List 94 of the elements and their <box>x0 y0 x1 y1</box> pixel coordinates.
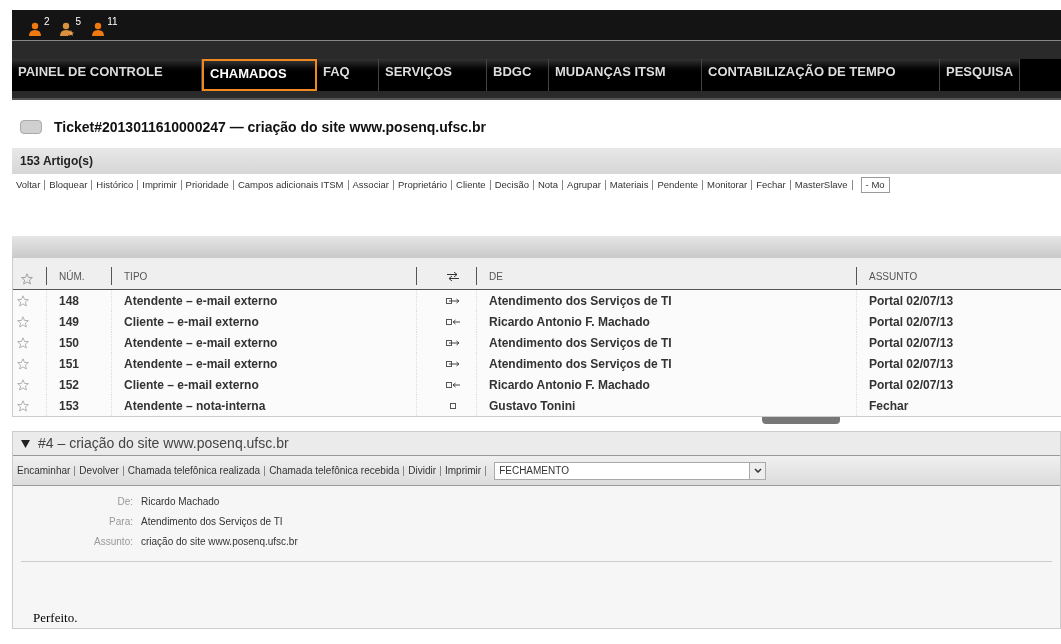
article-number: 153 <box>59 397 80 415</box>
person-icon[interactable] <box>91 22 106 36</box>
column-header[interactable]: NÚM. <box>59 268 85 284</box>
toolbar-link[interactable]: Devolver <box>79 464 119 476</box>
notification-count: 11 <box>107 15 118 29</box>
person-star-icon[interactable] <box>59 22 74 36</box>
subject-text: Portal 02/07/13 <box>869 376 954 394</box>
toolbar-link[interactable]: Histórico <box>96 179 134 190</box>
column-header[interactable]: TIPO <box>124 268 148 284</box>
column-header[interactable]: DE <box>489 268 503 284</box>
star-icon[interactable] <box>21 273 33 285</box>
toolbar-link[interactable]: Cliente <box>456 179 486 190</box>
article-count: 153 Artigo(s) <box>20 153 93 170</box>
outgoing-arrow-icon <box>445 337 460 348</box>
nav-tab[interactable]: CHAMADOS <box>202 59 317 91</box>
star-icon[interactable] <box>17 315 29 328</box>
nav-tab[interactable]: PESQUISA <box>940 59 1020 91</box>
article-type: Atendente – nota-interna <box>124 397 266 415</box>
article-type: Atendente – e-mail externo <box>124 334 278 352</box>
message-body: Perfeito. <box>32 609 79 627</box>
toolbar-link[interactable]: Monitorar <box>707 179 748 190</box>
toolbar-link[interactable]: Voltar <box>16 179 41 190</box>
nav-tab[interactable]: SERVIÇOS <box>379 59 487 91</box>
ticket-title: Ticket#2013011610000247 — criação do site www.posenq.ufsc.br <box>54 117 486 137</box>
sender-name: Gustavo Tonini <box>489 397 576 415</box>
toolbar-link[interactable]: Imprimir <box>445 464 482 476</box>
toolbar-link[interactable]: Decisão <box>494 179 529 190</box>
nav-tab[interactable]: CONTABILIZAÇÃO DE TEMPO <box>702 59 940 91</box>
dropdown-field[interactable]: FECHAMENTO <box>494 461 767 480</box>
article-title: #4 – criação do site www.posenq.ufsc.br <box>38 434 289 453</box>
subject-text: Fechar <box>869 397 909 415</box>
sender-name: Ricardo Antonio F. Machado <box>489 313 650 331</box>
incoming-arrow-icon <box>445 379 460 390</box>
triangle-down-icon[interactable] <box>21 439 30 448</box>
article-number: 152 <box>59 376 80 394</box>
field-value: criação do site www.posenq.ufsc.br <box>141 534 298 549</box>
field-value: Atendimento dos Serviços de TI <box>141 514 283 529</box>
toolbar-link[interactable]: Nota <box>537 179 559 190</box>
article-type: Cliente – e-mail externo <box>124 376 259 394</box>
toolbar-link[interactable]: Materiais <box>609 179 649 190</box>
sender-name: Ricardo Antonio F. Machado <box>489 376 650 394</box>
star-icon[interactable] <box>17 399 29 412</box>
toolbar-link[interactable]: Associar <box>352 179 389 190</box>
article-number: 149 <box>59 313 80 331</box>
ticket-icon <box>20 120 42 134</box>
toolbar-link[interactable]: Agrupar <box>567 179 601 190</box>
article-type: Atendente – e-mail externo <box>124 292 278 310</box>
toolbar-link[interactable]: Fechar <box>756 179 786 190</box>
select-field[interactable]: - Mo <box>860 177 890 193</box>
toolbar-link[interactable]: Pendente <box>657 179 699 190</box>
toolbar-link[interactable]: Chamada telefônica realizada <box>127 464 261 476</box>
nav-tab[interactable]: MUDANÇAS ITSM <box>549 59 702 91</box>
sender-name: Atendimento dos Serviços de TI <box>489 355 672 373</box>
toolbar-link[interactable]: Bloquear <box>49 179 88 190</box>
nav-tab[interactable]: BDGC <box>487 59 549 91</box>
article-type: Atendente – e-mail externo <box>124 355 278 373</box>
scrollbar-thumb[interactable] <box>762 417 840 424</box>
toolbar-link[interactable]: Campos adicionais ITSM <box>237 179 344 190</box>
nav-tab[interactable]: FAQ <box>317 59 379 91</box>
star-icon[interactable] <box>17 294 29 307</box>
sender-name: Atendimento dos Serviços de TI <box>489 292 672 310</box>
field-label: Para: <box>108 514 134 529</box>
toolbar-link[interactable]: Prioridade <box>185 179 229 190</box>
star-icon[interactable] <box>17 378 29 391</box>
sender-name: Atendimento dos Serviços de TI <box>489 334 672 352</box>
outgoing-arrow-icon <box>445 358 460 369</box>
swap-arrows-icon[interactable] <box>446 271 459 281</box>
subject-text: Portal 02/07/13 <box>869 355 954 373</box>
toolbar-link[interactable]: MasterSlave <box>794 179 848 190</box>
nav-tab[interactable]: PAINEL DE CONTROLE <box>12 59 202 91</box>
star-icon[interactable] <box>17 336 29 349</box>
chevron-down-icon[interactable] <box>749 462 766 479</box>
article-number: 151 <box>59 355 80 373</box>
outgoing-arrow-icon <box>445 295 460 306</box>
field-label: Assunto: <box>93 534 134 549</box>
notification-count: 2 <box>44 15 50 29</box>
toolbar-link[interactable]: Proprietário <box>397 179 448 190</box>
toolbar-link[interactable]: Imprimir <box>142 179 177 190</box>
notification-count: 5 <box>75 15 82 29</box>
toolbar-link[interactable]: Dividir <box>408 464 436 476</box>
column-header[interactable]: ASSUNTO <box>869 268 918 284</box>
article-number: 148 <box>59 292 80 310</box>
field-label: De: <box>116 494 134 509</box>
star-icon[interactable] <box>17 357 29 370</box>
toolbar-link[interactable]: Chamada telefônica recebida <box>269 464 400 476</box>
toolbar-link[interactable]: Encaminhar <box>17 464 71 476</box>
field-value: Ricardo Machado <box>141 494 220 509</box>
article-type: Cliente – e-mail externo <box>124 313 259 331</box>
person-icon[interactable] <box>28 22 42 36</box>
subject-text: Portal 02/07/13 <box>869 292 954 310</box>
incoming-arrow-icon <box>445 316 460 327</box>
article-number: 150 <box>59 334 80 352</box>
subject-text: Portal 02/07/13 <box>869 313 954 331</box>
subject-text: Portal 02/07/13 <box>869 334 954 352</box>
